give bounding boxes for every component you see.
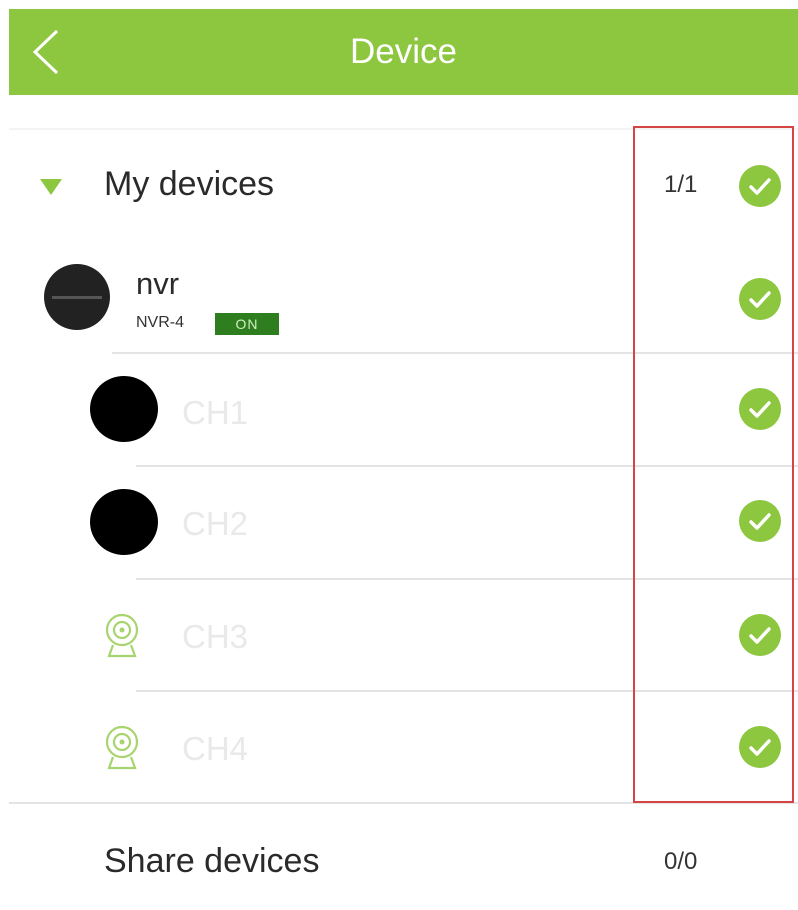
- share-devices-count: 0/0: [664, 848, 698, 875]
- channel-label: CH3: [182, 618, 249, 655]
- channel-label: CH4: [182, 730, 249, 767]
- channel-label: CH2: [182, 505, 249, 542]
- app-header: Device: [9, 9, 798, 95]
- back-button[interactable]: [23, 27, 67, 77]
- page-title: Device: [350, 32, 457, 71]
- chevron-left-icon: [32, 29, 59, 75]
- ch4-check-icon[interactable]: [739, 726, 781, 768]
- channel-row-ch4[interactable]: CH4: [0, 692, 798, 804]
- device-name: nvr: [136, 266, 180, 301]
- nvr-check-icon[interactable]: [739, 278, 781, 320]
- nvr-device-icon: [44, 264, 110, 330]
- my-devices-group-row[interactable]: My devices 1/1: [0, 131, 798, 241]
- device-model: NVR-4: [136, 314, 185, 331]
- webcam-icon: [105, 725, 139, 770]
- triangle-down-icon[interactable]: [40, 179, 62, 195]
- channel-thumbnail: [90, 376, 158, 442]
- my-devices-label: My devices: [104, 165, 275, 203]
- channel-thumbnail: [90, 489, 158, 555]
- ch1-check-icon[interactable]: [739, 388, 781, 430]
- ch2-check-icon[interactable]: [739, 500, 781, 542]
- channel-row-ch3[interactable]: CH3: [0, 580, 798, 692]
- channel-row-ch1[interactable]: CH1: [0, 354, 798, 466]
- channel-row-ch2[interactable]: CH2: [0, 467, 798, 579]
- status-badge: ON: [215, 313, 279, 335]
- share-devices-label: Share devices: [104, 842, 320, 880]
- check-all-icon[interactable]: [739, 165, 781, 207]
- section-divider: [9, 802, 798, 804]
- channel-label: CH1: [182, 394, 249, 431]
- ch3-check-icon[interactable]: [739, 614, 781, 656]
- header-divider: [9, 128, 798, 130]
- webcam-icon: [105, 613, 139, 658]
- my-devices-count: 1/1: [664, 171, 698, 198]
